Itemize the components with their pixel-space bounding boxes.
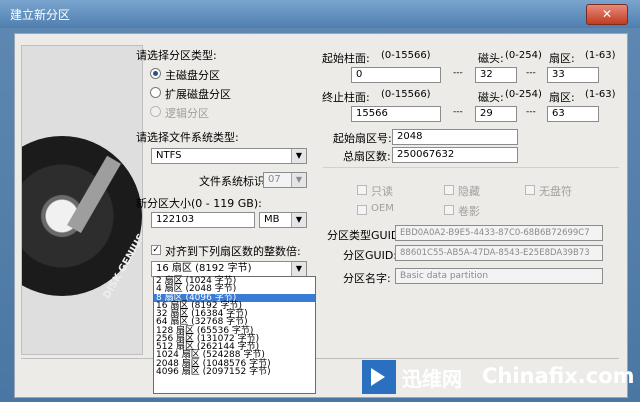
sector-label: 扇区: [549, 52, 575, 65]
head-label: 磁头: [478, 91, 504, 104]
part-name-label: 分区名字: [343, 272, 391, 285]
sector-label: 扇区: [549, 91, 575, 104]
disk-illustration: DISK GENIUS [21, 45, 143, 355]
radio-extended-label: 扩展磁盘分区 [165, 88, 231, 101]
start-cyl-label: 起始柱面: [322, 52, 370, 65]
fsid-value: 07 [268, 174, 281, 185]
chevron-down-icon[interactable]: ▼ [291, 149, 306, 163]
start-cyl-input[interactable]: 0 [351, 67, 441, 83]
part-guid-input: 88601C55-AB5A-47DA-8543-E25E8DA39B73 [395, 245, 603, 261]
type-guid-label: 分区类型GUID: [327, 229, 403, 242]
align-option[interactable]: 4096 扇区 (2097152 字节) [154, 367, 315, 376]
start-sector-input[interactable]: 33 [547, 67, 599, 83]
part-name-input: Basic data partition [395, 268, 603, 284]
total-sectors-label: 总扇区数: [343, 150, 391, 163]
filesystem-value: NTFS [156, 150, 182, 161]
align-value: 16 扇区 (8192 字节) [156, 263, 252, 274]
type-guid-input: EBD0A0A2-B9E5-4433-87C0-68B6B72699C7 [395, 225, 603, 241]
dash-separator: --- [526, 107, 536, 117]
section-divider [323, 167, 619, 168]
partition-type-label: 请选择分区类型: [136, 49, 217, 62]
readonly-checkbox [357, 185, 367, 195]
align-label: 对齐到下列扇区数的整数倍: [165, 245, 301, 258]
start-head-input[interactable]: 32 [475, 67, 517, 83]
chevron-down-icon[interactable]: ▼ [291, 213, 306, 227]
radio-logical-label: 逻辑分区 [165, 107, 209, 120]
type-guid-value: EBD0A0A2-B9E5-4433-87C0-68B6B72699C7 [400, 228, 590, 238]
total-sectors-input[interactable]: 250067632 [392, 147, 518, 163]
head-range: (0-254) [505, 89, 542, 100]
oem-label: OEM [371, 203, 394, 214]
dash-separator: --- [453, 107, 463, 117]
head-label: 磁头: [478, 52, 504, 65]
radio-extended-partition[interactable] [150, 87, 161, 98]
watermark-logo-icon [362, 360, 396, 394]
filesystem-select[interactable]: NTFS ▼ [151, 148, 307, 164]
start-lba-input[interactable]: 2048 [392, 129, 518, 145]
size-label: 新分区大小(0 - 119 GB): [136, 197, 262, 210]
start-cyl-range: (0-15566) [381, 50, 431, 61]
radio-primary-partition[interactable] [150, 68, 161, 79]
dash-separator: --- [453, 68, 463, 78]
part-guid-value: 88601C55-AB5A-47DA-8543-E25E8DA39B73 [400, 248, 590, 258]
start-sector-value: 33 [552, 69, 565, 80]
size-value: 122103 [156, 214, 195, 225]
align-select[interactable]: 16 扇区 (8192 字节) ▼ [151, 261, 307, 277]
size-unit-value: MB [264, 214, 280, 225]
chevron-down-icon[interactable]: ▼ [291, 262, 306, 276]
chevron-down-icon: ▼ [291, 173, 306, 187]
align-checkbox[interactable]: ✓ [151, 245, 161, 255]
end-cyl-range: (0-15566) [381, 89, 431, 100]
end-head-input[interactable]: 29 [475, 106, 517, 122]
oem-checkbox [357, 205, 367, 215]
dialog-client-area: DISK GENIUS 请选择分区类型: 主磁盘分区 扩展磁盘分区 逻辑分区 请… [14, 33, 628, 398]
dialog-window: 建立新分区 ✕ DISK GENIUS 请选择分区类型: 主磁盘分区 扩展磁盘分… [0, 0, 640, 402]
head-range: (0-254) [505, 50, 542, 61]
radio-logical-partition [150, 106, 161, 117]
end-sector-input[interactable]: 63 [547, 106, 599, 122]
readonly-label: 只读 [371, 185, 393, 198]
shadow-checkbox [444, 205, 454, 215]
end-cyl-value: 15566 [356, 108, 388, 119]
hidden-checkbox [444, 185, 454, 195]
dash-separator: --- [526, 68, 536, 78]
size-unit-select[interactable]: MB ▼ [259, 212, 307, 228]
end-cyl-label: 终止柱面: [322, 91, 370, 104]
start-cyl-value: 0 [356, 69, 363, 80]
sector-range: (1-63) [585, 89, 616, 100]
close-icon[interactable]: ✕ [586, 4, 628, 25]
filesystem-label: 请选择文件系统类型: [136, 131, 239, 144]
fsid-select: 07 ▼ [263, 172, 307, 188]
shadow-label: 卷影 [458, 205, 480, 218]
sector-range: (1-63) [585, 50, 616, 61]
end-cyl-input[interactable]: 15566 [351, 106, 441, 122]
part-name-value: Basic data partition [400, 271, 489, 281]
part-guid-label: 分区GUID: [343, 249, 397, 262]
noletter-checkbox [525, 185, 535, 195]
radio-primary-label: 主磁盘分区 [165, 69, 220, 82]
start-head-value: 32 [480, 69, 493, 80]
start-lba-label: 起始扇区号: [333, 132, 392, 145]
total-sectors-value: 250067632 [397, 149, 455, 160]
end-sector-value: 63 [552, 108, 565, 119]
end-head-value: 29 [480, 108, 493, 119]
watermark: 迅维网 Chinafix.com [362, 354, 640, 402]
title-bar[interactable]: 建立新分区 ✕ [0, 0, 640, 28]
watermark-en-text: Chinafix.com [482, 364, 635, 388]
start-lba-value: 2048 [397, 131, 423, 142]
align-dropdown-list[interactable]: 2 扇区 (1024 字节) 4 扇区 (2048 字节) 8 扇区 (4096 字… [153, 276, 316, 394]
watermark-cn-text: 迅维网 [402, 367, 462, 391]
fsid-label: 文件系统标识: [199, 175, 269, 188]
size-input[interactable]: 122103 [151, 212, 255, 228]
noletter-label: 无盘符 [539, 185, 572, 198]
hidden-label: 隐藏 [458, 185, 480, 198]
window-title: 建立新分区 [10, 8, 71, 22]
